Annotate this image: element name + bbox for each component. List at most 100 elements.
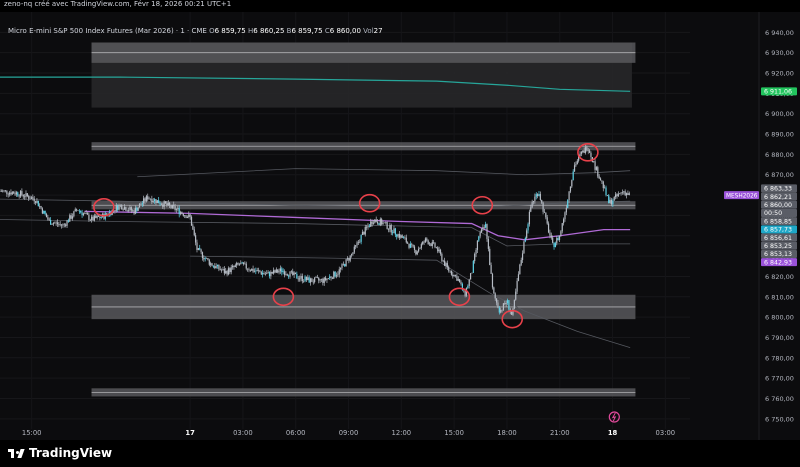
- candle-body: [33, 198, 35, 202]
- candle-body: [489, 248, 491, 266]
- candle-body: [147, 196, 149, 200]
- price-label-text: 00:50: [764, 210, 782, 217]
- candle-body: [74, 209, 76, 212]
- candle-body: [15, 192, 18, 195]
- candle-body: [60, 224, 63, 226]
- author-line: zeno-nq créé avec TradingView.com, Févr …: [4, 0, 232, 8]
- candle-body: [442, 260, 444, 262]
- x-tick-label: 12:00: [392, 429, 412, 437]
- candle-body: [177, 208, 179, 210]
- candle-body: [408, 243, 410, 248]
- candle-body: [249, 270, 251, 271]
- candle-body: [125, 207, 127, 211]
- candle-body: [495, 298, 498, 303]
- candle-body: [257, 270, 260, 271]
- candle-body: [468, 279, 470, 286]
- candle-body: [174, 206, 176, 210]
- candle-body: [445, 263, 447, 266]
- candle-body: [530, 207, 532, 212]
- y-tick-label: 6 930,00: [765, 49, 794, 57]
- candle-body: [251, 268, 253, 271]
- candle-body: [311, 278, 313, 282]
- candle-body: [100, 217, 102, 218]
- candle-body: [329, 276, 331, 279]
- candle-body: [426, 238, 428, 241]
- candle-body: [508, 300, 510, 310]
- candle-body: [17, 192, 19, 196]
- candle-body: [0, 191, 1, 192]
- candle-body: [272, 270, 275, 274]
- candle-body: [197, 248, 199, 250]
- candle-body: [117, 205, 119, 210]
- candle-body: [418, 248, 420, 252]
- ohlc-label: Vol: [360, 27, 374, 35]
- candle-body: [480, 229, 483, 233]
- candle-body: [184, 215, 186, 216]
- candle-body: [304, 276, 306, 282]
- footer: TradingView: [0, 440, 800, 467]
- candle-body: [11, 192, 13, 195]
- candle-body: [624, 191, 626, 196]
- candle-body: [36, 200, 38, 203]
- candle-body: [141, 203, 143, 205]
- candle-body: [186, 217, 189, 218]
- candle-body: [392, 232, 394, 234]
- candle-body: [431, 242, 433, 246]
- candle-body: [136, 207, 138, 211]
- price-chart[interactable]: 6 940,006 930,006 920,006 910,006 900,00…: [0, 12, 800, 440]
- candle-body: [593, 161, 595, 162]
- candle-body: [430, 243, 432, 246]
- candle-body: [538, 194, 540, 196]
- candle-body: [152, 201, 154, 203]
- candle-body: [211, 263, 213, 267]
- candle-body: [63, 224, 65, 226]
- candle-body: [82, 213, 85, 216]
- candle-body: [472, 261, 474, 273]
- candle-body: [200, 249, 202, 253]
- candle-body: [303, 281, 305, 282]
- candle-body: [39, 205, 41, 207]
- candle-body: [402, 237, 405, 239]
- candle-body: [614, 194, 617, 198]
- band-line: [0, 219, 631, 247]
- candle-body: [56, 222, 59, 225]
- candle-body: [50, 220, 52, 225]
- y-tick-label: 6 940,00: [765, 29, 794, 37]
- candle-body: [486, 224, 488, 240]
- candle-body: [204, 258, 206, 260]
- candle-body: [145, 196, 147, 202]
- candle-body: [84, 213, 86, 214]
- candle-body: [69, 215, 71, 222]
- price-label-text: 6 858,85: [764, 218, 792, 225]
- candle-body: [296, 274, 298, 279]
- candle-body: [240, 263, 242, 265]
- candle-body: [554, 243, 557, 248]
- candle-body: [420, 244, 422, 248]
- chart-pane[interactable]: 6 940,006 930,006 920,006 910,006 900,00…: [0, 12, 800, 440]
- y-tick-label: 6 820,00: [765, 273, 794, 281]
- candle-body: [274, 270, 276, 273]
- candle-body: [54, 222, 56, 224]
- candle-body: [589, 150, 591, 153]
- candle-body: [535, 194, 537, 197]
- candle-body: [379, 219, 381, 225]
- candle-body: [205, 258, 208, 259]
- candle-body: [523, 241, 525, 254]
- y-tick-label: 6 790,00: [765, 334, 794, 342]
- candle-body: [244, 263, 246, 265]
- candle-body: [126, 210, 128, 212]
- candle-body: [32, 197, 34, 199]
- tradingview-brand[interactable]: TradingView: [8, 446, 112, 460]
- candle-body: [498, 307, 500, 313]
- candle-body: [277, 269, 279, 273]
- candle-body: [292, 271, 294, 275]
- candle-body: [170, 205, 172, 208]
- candle-body: [282, 271, 284, 273]
- candle-body: [363, 231, 365, 235]
- candle-body: [330, 276, 332, 278]
- candle-body: [58, 224, 60, 225]
- candle-body: [305, 276, 308, 281]
- x-tick-label: 18: [608, 429, 618, 437]
- candle-body: [188, 214, 190, 218]
- candle-body: [122, 209, 124, 210]
